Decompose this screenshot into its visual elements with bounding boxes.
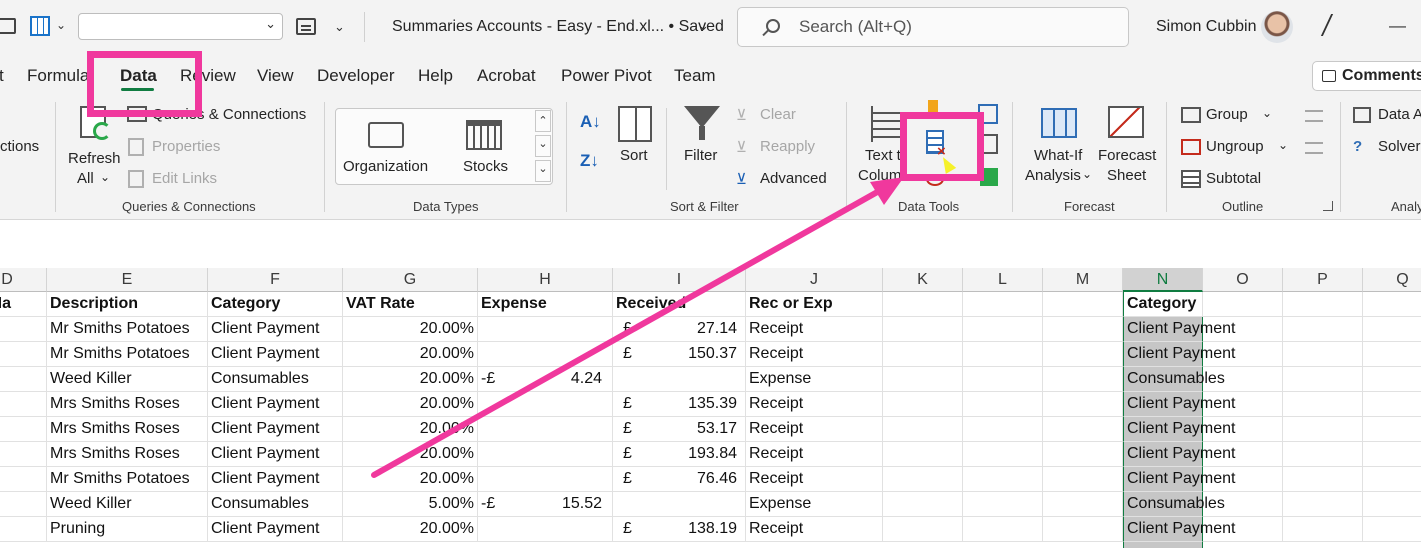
data-tab-highlight: [87, 51, 202, 117]
annotation-arrow: [371, 177, 904, 478]
excel-window: ⌄ ⌄ ⌄ Summaries Accounts - Easy - End.xl…: [0, 0, 1421, 548]
annotation-arrow-line: [371, 183, 891, 478]
